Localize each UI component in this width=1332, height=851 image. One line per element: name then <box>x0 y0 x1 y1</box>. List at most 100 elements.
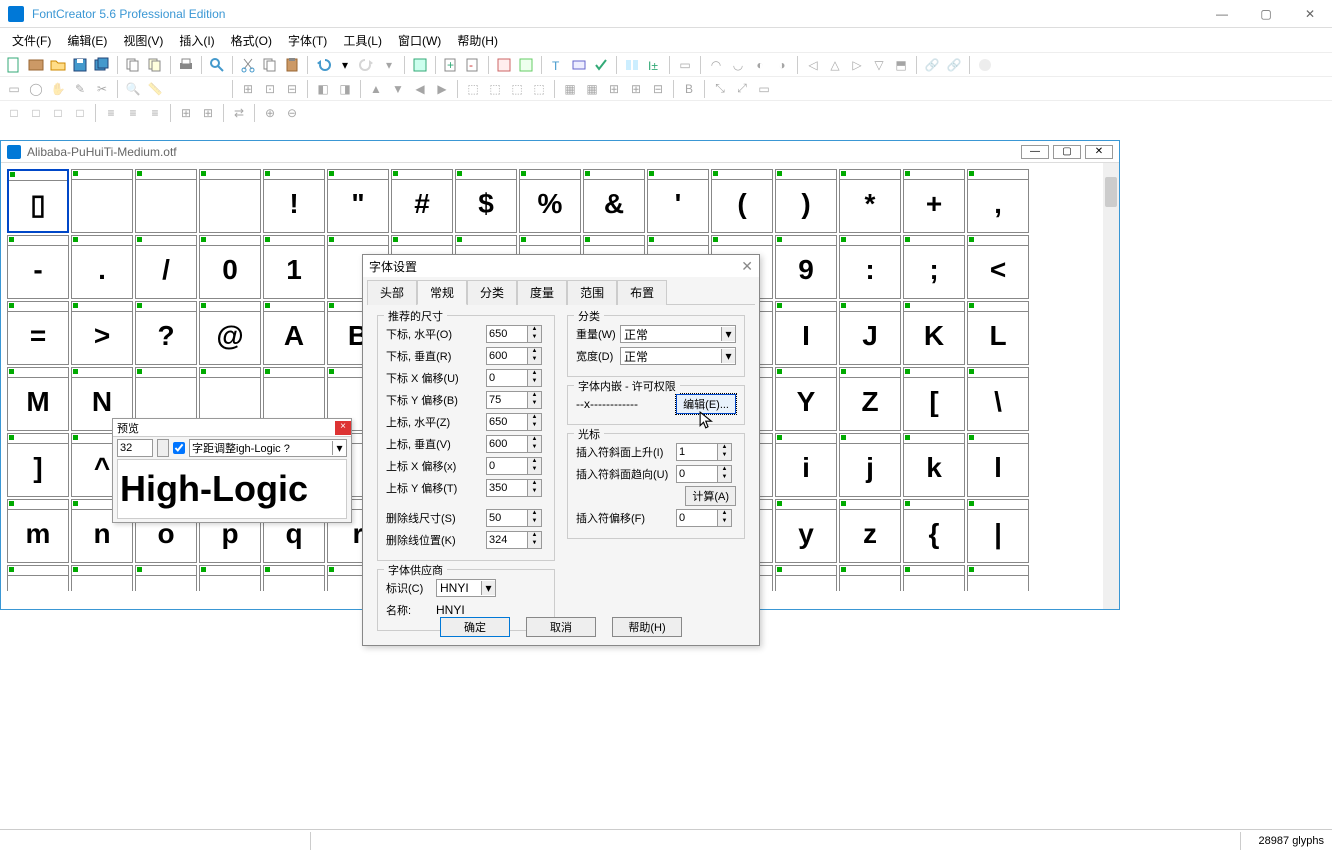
grid5-icon[interactable]: ⊟ <box>648 79 668 99</box>
glyph-cell[interactable]: i <box>775 433 837 497</box>
tb2j-icon[interactable]: ⬚ <box>463 79 483 99</box>
spinner[interactable]: ▲▼ <box>718 465 732 483</box>
cut-icon[interactable] <box>238 55 258 75</box>
tab-head[interactable]: 头部 <box>367 280 417 305</box>
sub-yoff-input[interactable] <box>486 391 528 409</box>
glyph-cell[interactable]: l <box>967 433 1029 497</box>
hand-icon[interactable]: ✋ <box>48 79 68 99</box>
glyph-cell[interactable] <box>903 565 965 591</box>
glyph-cell[interactable]: ) <box>775 169 837 233</box>
glyph-cell[interactable] <box>199 565 261 591</box>
undo-drop-icon[interactable]: ▾ <box>335 55 355 75</box>
tb3b-icon[interactable]: □ <box>26 103 46 123</box>
spinner[interactable]: ▲▼ <box>528 457 542 475</box>
glyph-cell[interactable]: < <box>967 235 1029 299</box>
tb3k-icon[interactable]: ⊕ <box>260 103 280 123</box>
glyph-cell[interactable]: : <box>839 235 901 299</box>
vendor-id-select[interactable]: HNYI▾ <box>436 579 496 597</box>
glyph-cell[interactable]: { <box>903 499 965 563</box>
tb1f-icon[interactable]: ◁ <box>803 55 823 75</box>
tb1l-icon[interactable]: 🔗 <box>944 55 964 75</box>
glyph-cell[interactable]: k <box>903 433 965 497</box>
menu-insert[interactable]: 插入(I) <box>171 30 222 51</box>
font-info-icon[interactable] <box>494 55 514 75</box>
cancel-button[interactable]: 取消 <box>526 617 596 637</box>
sup-h-input[interactable] <box>486 413 528 431</box>
tb1j-icon[interactable]: ⬒ <box>891 55 911 75</box>
spinner[interactable]: ▲▼ <box>718 443 732 461</box>
tb3e-icon[interactable]: ≡ <box>101 103 121 123</box>
tab-range[interactable]: 范围 <box>567 280 617 305</box>
spinner[interactable]: ▲▼ <box>528 325 542 343</box>
print-icon[interactable] <box>176 55 196 75</box>
glyph-cell[interactable] <box>839 565 901 591</box>
glyph-cell[interactable]: m <box>7 499 69 563</box>
search-icon[interactable] <box>207 55 227 75</box>
scrollbar-thumb[interactable] <box>1105 177 1117 207</box>
copy2-icon[interactable] <box>260 55 280 75</box>
copy-icon[interactable] <box>123 55 143 75</box>
new-icon[interactable] <box>4 55 24 75</box>
weight-select[interactable]: 正常▾ <box>620 325 736 343</box>
glyph-cell[interactable] <box>199 169 261 233</box>
caret-off-input[interactable] <box>676 509 718 527</box>
help-icon[interactable] <box>975 55 995 75</box>
tb3d-icon[interactable]: □ <box>70 103 90 123</box>
glyph-cell[interactable]: j <box>839 433 901 497</box>
tb3a-icon[interactable]: □ <box>4 103 24 123</box>
caret-rise-input[interactable] <box>676 443 718 461</box>
tb3l-icon[interactable]: ⊖ <box>282 103 302 123</box>
glyph-cell[interactable]: A <box>263 301 325 365</box>
tb2k-icon[interactable]: ⬚ <box>485 79 505 99</box>
tb2o-icon[interactable]: ⤢ <box>732 79 752 99</box>
glyph-cell[interactable]: 9 <box>775 235 837 299</box>
menu-tool[interactable]: 工具(L) <box>335 30 390 51</box>
tb2n-icon[interactable]: ⤡ <box>710 79 730 99</box>
tb2h-icon[interactable]: ◀ <box>410 79 430 99</box>
preview-kerning-checkbox[interactable] <box>173 442 185 454</box>
tb2g-icon[interactable]: ▼ <box>388 79 408 99</box>
tb1g-icon[interactable]: △ <box>825 55 845 75</box>
glyph-cell[interactable]: ] <box>7 433 69 497</box>
knife-icon[interactable]: ✂ <box>92 79 112 99</box>
lasso-icon[interactable]: ◯ <box>26 79 46 99</box>
tb2c-icon[interactable]: ⊟ <box>282 79 302 99</box>
bold-icon[interactable]: B <box>679 79 699 99</box>
menu-view[interactable]: 视图(V) <box>115 30 171 51</box>
glyph-cell[interactable]: ▯ <box>7 169 69 233</box>
tab-general[interactable]: 常规 <box>417 280 467 305</box>
text-tool-icon[interactable]: T <box>547 55 567 75</box>
caret-icon[interactable]: I± <box>644 55 664 75</box>
glyph-cell[interactable]: L <box>967 301 1029 365</box>
sub-h-input[interactable] <box>486 325 528 343</box>
help-button[interactable]: 帮助(H) <box>612 617 682 637</box>
menu-format[interactable]: 格式(O) <box>223 30 280 51</box>
open-font-icon[interactable] <box>26 55 46 75</box>
glyph-cell[interactable]: = <box>7 301 69 365</box>
glyph-cell[interactable] <box>263 565 325 591</box>
tab-classify[interactable]: 分类 <box>467 280 517 305</box>
width-select[interactable]: 正常▾ <box>620 347 736 365</box>
spinner[interactable]: ▲▼ <box>528 435 542 453</box>
glyph-cell[interactable]: K <box>903 301 965 365</box>
glyph-cell[interactable]: | <box>967 499 1029 563</box>
sup-yoff-input[interactable] <box>486 479 528 497</box>
glyph-cell[interactable]: " <box>327 169 389 233</box>
spinner[interactable]: ▲▼ <box>528 531 542 549</box>
save-icon[interactable] <box>70 55 90 75</box>
grid4-icon[interactable]: ⊞ <box>626 79 646 99</box>
preview-close-button[interactable]: × <box>335 421 351 435</box>
glyph-cell[interactable]: , <box>967 169 1029 233</box>
child-close-button[interactable]: ✕ <box>1085 145 1113 159</box>
undo-icon[interactable] <box>313 55 333 75</box>
edit-embedding-button[interactable]: 编辑(E)... <box>676 394 736 414</box>
compare-icon[interactable] <box>622 55 642 75</box>
tb1h-icon[interactable]: ▷ <box>847 55 867 75</box>
paste-font-icon[interactable] <box>145 55 165 75</box>
strike-size-input[interactable] <box>486 509 528 527</box>
glyph-cell[interactable]: / <box>135 235 197 299</box>
glyph-cell[interactable]: I <box>775 301 837 365</box>
tab-layout[interactable]: 布置 <box>617 280 667 305</box>
tb2m-icon[interactable]: ⬚ <box>529 79 549 99</box>
glyph-cell[interactable] <box>71 169 133 233</box>
